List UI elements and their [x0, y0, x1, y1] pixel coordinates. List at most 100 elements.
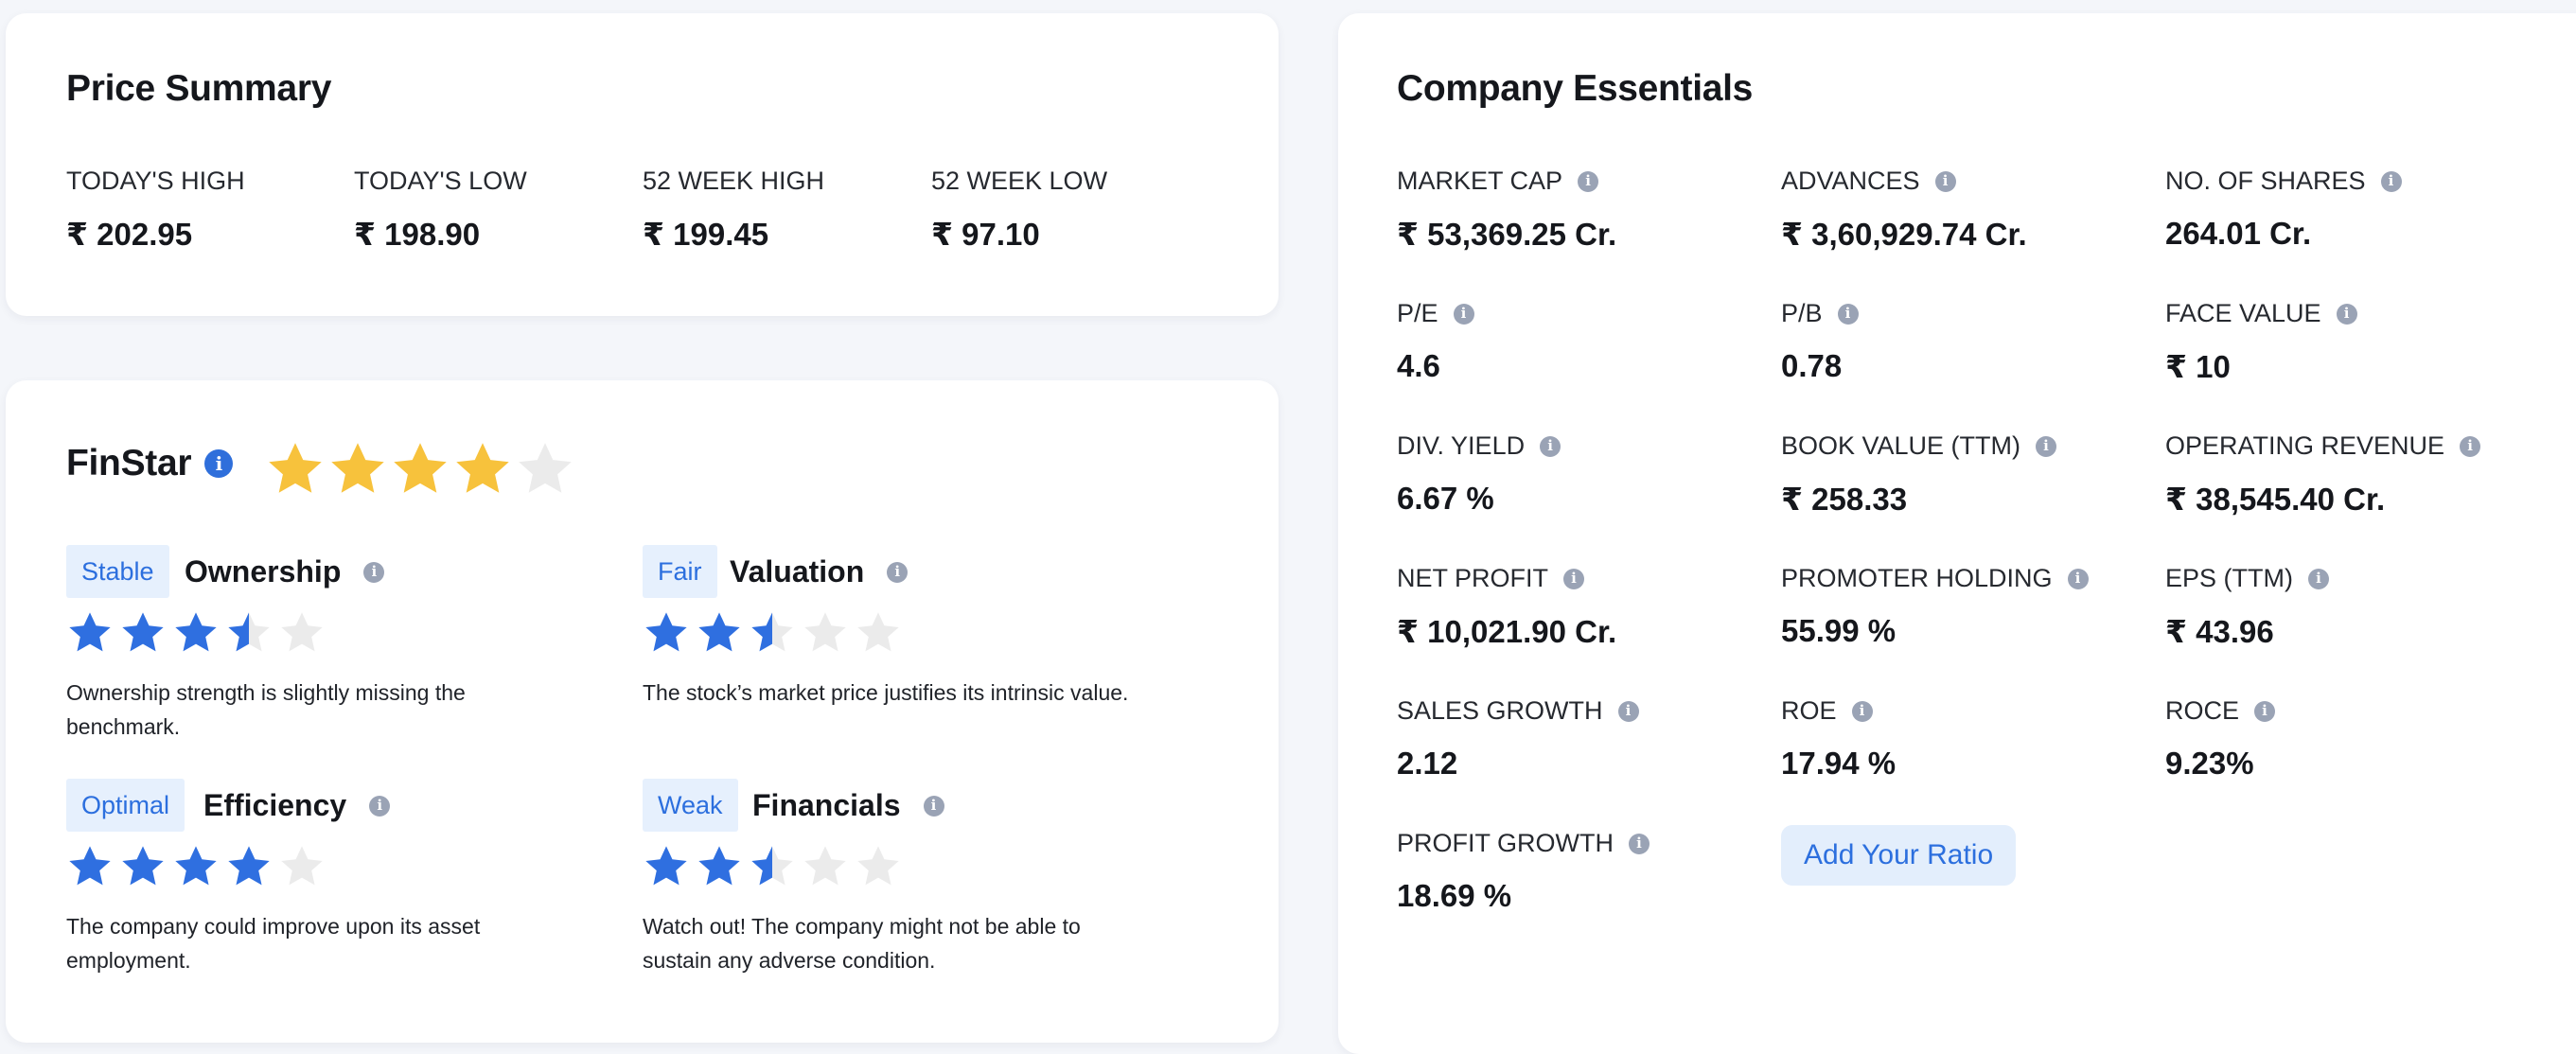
efficiency-rating	[66, 843, 331, 890]
info-icon[interactable]: i	[1578, 170, 1599, 192]
efficiency-badge: Optimal	[66, 779, 185, 832]
info-icon[interactable]: i	[1540, 435, 1561, 457]
star-icon	[331, 443, 384, 493]
sales-growth-value: 2.12	[1397, 746, 1458, 781]
market-cap-label: MARKET CAP i	[1397, 167, 1599, 196]
star-icon	[269, 443, 322, 493]
week52-low-value: ₹ 97.10	[931, 217, 1040, 252]
ownership-description: Ownership strength is slightly missing t…	[66, 680, 466, 739]
profit-growth-value: 18.69 %	[1397, 878, 1512, 913]
no-of-shares-value: 264.01 Cr.	[2165, 216, 2312, 251]
info-icon[interactable]: i	[887, 561, 909, 583]
star-icon	[69, 846, 111, 886]
info-icon[interactable]: i	[2380, 170, 2402, 192]
star-icon	[281, 612, 323, 652]
star-icon	[228, 612, 270, 652]
valuation-rating	[643, 609, 908, 657]
p-e-label-text: P/E	[1397, 299, 1438, 327]
star-icon	[175, 846, 217, 886]
no-of-shares-label: NO. OF SHARES i	[2165, 167, 2402, 196]
valuation-description: The stock’s market price justifies its i…	[643, 680, 1129, 705]
financials-category: Financials i	[752, 788, 944, 823]
valuation-label: Valuation	[730, 554, 865, 588]
info-icon[interactable]: i	[369, 795, 391, 817]
week52-low-label: 52 WEEK LOW	[931, 167, 1108, 195]
finstar-heading: FinStar i	[66, 443, 234, 484]
face-value-value: ₹ 10	[2165, 349, 2231, 384]
profit-growth-label: PROFIT GROWTH i	[1397, 829, 1650, 858]
advances-label: ADVANCES i	[1781, 167, 1956, 196]
advances-value: ₹ 3,60,929.74 Cr.	[1781, 217, 2027, 252]
info-icon[interactable]: i	[363, 561, 385, 583]
finstar-title: FinStar	[66, 443, 192, 483]
info-icon[interactable]: i	[1617, 700, 1639, 722]
info-icon[interactable]: i	[1629, 833, 1650, 854]
star-icon	[122, 612, 164, 652]
todays-high-value: ₹ 202.95	[66, 217, 193, 252]
market-cap-value: ₹ 53,369.25 Cr.	[1397, 217, 1617, 252]
star-icon	[175, 612, 217, 652]
star-icon	[228, 846, 270, 886]
ownership-rating	[66, 609, 331, 657]
p-b-label-text: P/B	[1781, 299, 1823, 327]
roe-label: ROE i	[1781, 696, 1873, 726]
star-icon	[645, 846, 687, 886]
ownership-badge: Stable	[66, 545, 169, 598]
finstar-overall-rating	[265, 439, 577, 500]
roce-label-text: ROCE	[2165, 696, 2240, 725]
valuation-badge: Fair	[643, 545, 717, 598]
info-icon[interactable]: i	[1934, 170, 1956, 192]
ownership-label: Ownership	[185, 554, 342, 588]
star-icon	[281, 846, 323, 886]
sales-growth-label: SALES GROWTH i	[1397, 696, 1639, 726]
no-of-shares-label-text: NO. OF SHARES	[2165, 167, 2366, 195]
roe-value: 17.94 %	[1781, 746, 1897, 781]
financials-description: Watch out! The company might not be able…	[643, 914, 1081, 973]
info-icon[interactable]: i	[923, 795, 944, 817]
star-icon	[857, 612, 899, 652]
net-profit-label: NET PROFIT i	[1397, 564, 1585, 593]
todays-high-label: TODAY'S HIGH	[66, 167, 245, 195]
promoter-holding-label: PROMOTER HOLDING i	[1781, 564, 2089, 593]
info-icon[interactable]: i	[1563, 568, 1585, 589]
star-icon	[804, 846, 846, 886]
star-icon	[122, 846, 164, 886]
efficiency-label: Efficiency	[203, 788, 347, 822]
info-icon[interactable]: i	[2460, 435, 2481, 457]
efficiency-category: Efficiency i	[203, 788, 391, 823]
promoter-holding-label-text: PROMOTER HOLDING	[1781, 564, 2053, 592]
star-icon	[698, 846, 740, 886]
face-value-label: FACE VALUE i	[2165, 299, 2357, 328]
star-icon	[456, 443, 509, 493]
star-icon	[519, 443, 572, 493]
info-icon[interactable]: i	[1453, 303, 1474, 325]
info-icon[interactable]: i	[2254, 700, 2276, 722]
todays-low-value: ₹ 198.90	[354, 217, 481, 252]
company-essentials-title: Company Essentials	[1397, 68, 1754, 109]
net-profit-value: ₹ 10,021.90 Cr.	[1397, 614, 1617, 649]
info-icon[interactable]: i	[2308, 568, 2329, 589]
face-value-label-text: FACE VALUE	[2165, 299, 2321, 327]
info-icon[interactable]: i	[1837, 303, 1859, 325]
advances-label-text: ADVANCES	[1781, 167, 1920, 195]
eps-ttm-label: EPS (TTM) i	[2165, 564, 2329, 593]
roce-value: 9.23%	[2165, 746, 2254, 781]
star-icon	[857, 846, 899, 886]
roe-label-text: ROE	[1781, 696, 1837, 725]
sales-growth-label-text: SALES GROWTH	[1397, 696, 1603, 725]
info-icon[interactable]: i	[204, 449, 234, 478]
div-yield-value: 6.67 %	[1397, 481, 1494, 516]
info-icon[interactable]: i	[2067, 568, 2089, 589]
operating-revenue-label: OPERATING REVENUE i	[2165, 431, 2481, 461]
star-icon	[394, 443, 447, 493]
book-value-ttm-value: ₹ 258.33	[1781, 482, 1908, 517]
book-value-ttm-label-text: BOOK VALUE (TTM)	[1781, 431, 2021, 460]
price-summary-title: Price Summary	[66, 68, 332, 109]
valuation-category: Valuation i	[730, 554, 909, 589]
info-icon[interactable]: i	[2336, 303, 2357, 325]
financials-rating	[643, 843, 908, 890]
add-your-ratio-button[interactable]: Add Your Ratio	[1781, 825, 2017, 886]
info-icon[interactable]: i	[1851, 700, 1873, 722]
info-icon[interactable]: i	[2036, 435, 2057, 457]
week52-high-value: ₹ 199.45	[643, 217, 769, 252]
